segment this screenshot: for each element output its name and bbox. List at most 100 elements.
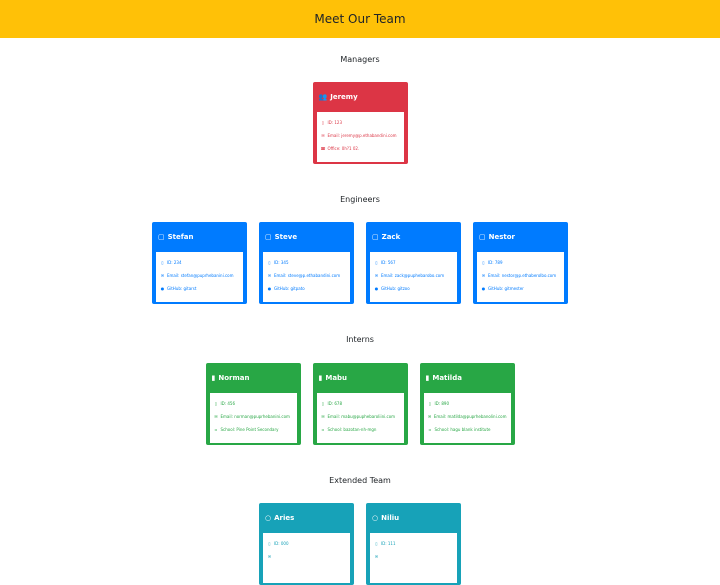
card-body: ▯ ID: 123 ✉ Email: jeremy@p.ethabandini.co… — [316, 112, 404, 162]
id-badge-icon: ▯ — [161, 260, 164, 265]
card-school-text: School: hagu blank institute — [434, 427, 491, 432]
interns-row: ▮ Norman ▯ ID: 456 ✉ Email: norman@puprheb… — [0, 363, 720, 445]
user-icon: ○ — [372, 513, 379, 522]
card-header: ▢ Steve — [263, 226, 350, 248]
card-github[interactable]: ● GitHub: gitarst — [160, 282, 239, 295]
email-link[interactable]: Email: norman@puprhebanini.com — [221, 410, 290, 423]
github-link[interactable]: GitHub: gitpato — [274, 282, 305, 295]
github-link[interactable]: GitHub: gitmester — [488, 282, 524, 295]
engineer-card[interactable]: ▢ Zack ▯ ID: 567 ✉ Email: zack@puphebarobo… — [366, 222, 461, 304]
managers-section: Managers — [0, 54, 720, 66]
card-school: ▫ School: Pine Point Secondary — [214, 423, 293, 436]
card-email[interactable]: ✉ — [267, 550, 346, 563]
card-header: ○ Aries — [263, 507, 350, 529]
envelope-icon: ✉ — [374, 554, 379, 559]
intern-card[interactable]: ▮ Norman ▯ ID: 456 ✉ Email: norman@puprheb… — [205, 363, 301, 445]
extended-section: Extended Team — [0, 475, 720, 487]
card-school-text: School: Pine Point Secondary — [220, 427, 279, 432]
card-body: ▯ ID: 789 ✉ Email: nestor@p.ethaberolbo.co… — [477, 252, 564, 302]
card-github[interactable]: ● GitHub: gitmester — [481, 282, 560, 295]
card-header: ▢ Zack — [370, 226, 457, 248]
card-school: ▫ School: hagu blank institute — [428, 423, 507, 436]
intern-card[interactable]: ▮ Mabu ▯ ID: 678 ✉ Email: mabu@puphebaroli… — [312, 363, 408, 445]
card-email[interactable]: ✉ Email: nestor@p.ethaberolbo.com — [481, 269, 560, 282]
github-icon: ● — [374, 286, 379, 291]
envelope-icon: ✉ — [214, 414, 218, 419]
envelope-icon: ✉ — [374, 273, 379, 278]
github-link[interactable]: GitHub: gitarst — [167, 282, 196, 295]
email-link[interactable]: Email: jeremy@p.ethabandini.com — [328, 129, 397, 142]
card-email[interactable]: ✉ Email: zack@puphebarobo.com — [374, 269, 453, 282]
card-id: ▯ ID: 456 — [214, 397, 293, 410]
card-email[interactable]: ✉ Email: norman@puprhebanini.com — [214, 410, 293, 423]
engineer-card[interactable]: ▢ Steve ▯ ID: 345 ✉ Email: steve@p.ethaban… — [259, 222, 354, 304]
engineers-section: Engineers — [0, 194, 720, 206]
card-name: Zack — [381, 233, 401, 241]
card-name: Niliu — [381, 514, 400, 522]
engineer-card[interactable]: ▢ Nestor ▯ ID: 789 ✉ Email: nestor@p.ethab… — [473, 222, 568, 304]
card-github[interactable]: ● GitHub: gitzoo — [374, 282, 453, 295]
card-name: Norman — [218, 374, 250, 382]
extended-card[interactable]: ○ Niliu ▯ ID: 111 ✉ — [366, 503, 461, 585]
email-link[interactable]: Email: zack@puphebarobo.com — [381, 269, 444, 282]
bookmark-icon: ▮ — [425, 373, 430, 382]
id-badge-icon: ▯ — [268, 260, 271, 265]
card-email[interactable]: ✉ Email: stefan@puprhebanini.com — [160, 269, 239, 282]
id-badge-icon: ▯ — [428, 401, 432, 406]
card-id-text: ID: 123 — [327, 120, 343, 125]
card-name: Stefan — [167, 233, 194, 241]
extended-card[interactable]: ○ Aries ▯ ID: 000 ✉ — [259, 503, 354, 585]
card-name: Matilda — [432, 374, 462, 382]
school-icon: ▫ — [321, 427, 325, 432]
card-body: ▯ ID: 111 ✉ — [370, 533, 457, 583]
card-id: ▯ ID: 678 — [321, 397, 400, 410]
card-id-text: ID: 111 — [381, 541, 396, 546]
card-email[interactable]: ✉ — [374, 550, 453, 563]
user-icon: ○ — [265, 513, 272, 522]
card-body: ▯ ID: 890 ✉ Email: matilda@puprhebanolini.… — [423, 393, 511, 443]
engineers-row: ▢ Stefan ▯ ID: 234 ✉ Email: stefan@puprheb… — [0, 222, 720, 304]
card-email[interactable]: ✉ Email: mabu@puphebaroliini.com — [321, 410, 400, 423]
manager-card[interactable]: 👥 Jeremy ▯ ID: 123 ✉ Email: jeremy@p.ethab… — [312, 82, 408, 164]
card-id-text: ID: 678 — [327, 401, 343, 406]
card-body: ▯ ID: 234 ✉ Email: stefan@puprhebanini.com… — [156, 252, 243, 302]
extended-row: ○ Aries ▯ ID: 000 ✉ ○ Niliu ▯ ID: 111 ✉ — [0, 503, 720, 585]
card-email[interactable]: ✉ Email: steve@p.ethabandini.com — [267, 269, 346, 282]
card-office-text: Office: 0h?1 02. — [327, 146, 360, 151]
card-school-text: School: bazotan-nh-mgn — [327, 427, 377, 432]
card-email[interactable]: ✉ Email: matilda@puprhebanolini.com — [428, 410, 507, 423]
card-github[interactable]: ● GitHub: gitpato — [267, 282, 346, 295]
card-header: ▢ Stefan — [156, 226, 243, 248]
email-link[interactable]: Email: nestor@p.ethaberolbo.com — [488, 269, 556, 282]
id-badge-icon: ▯ — [375, 260, 378, 265]
card-school: ▫ School: bazotan-nh-mgn — [321, 423, 400, 436]
managers-row: 👥 Jeremy ▯ ID: 123 ✉ Email: jeremy@p.ethab… — [0, 82, 720, 164]
id-badge-icon: ▯ — [214, 401, 218, 406]
intern-card[interactable]: ▮ Matilda ▯ ID: 890 ✉ Email: matilda@puprh… — [419, 363, 515, 445]
section-title-extended: Extended Team — [329, 476, 391, 485]
page-title: Meet Our Team — [314, 12, 406, 26]
card-id: ▯ ID: 111 — [374, 537, 453, 550]
card-id: ▯ ID: 345 — [267, 256, 346, 269]
email-link[interactable]: Email: stefan@puprhebanini.com — [167, 269, 234, 282]
envelope-icon: ✉ — [321, 414, 325, 419]
section-title-interns: Interns — [346, 335, 374, 344]
card-body: ▯ ID: 345 ✉ Email: steve@p.ethabandini.com… — [263, 252, 350, 302]
card-body: ▯ ID: 678 ✉ Email: mabu@puphebaroliini.com… — [316, 393, 404, 443]
file-code-icon: ▢ — [479, 232, 486, 241]
card-header: ▮ Matilda — [424, 367, 511, 389]
card-id: ▯ ID: 890 — [428, 397, 507, 410]
email-link[interactable]: Email: mabu@puphebaroliini.com — [328, 410, 396, 423]
card-header: ○ Niliu — [370, 507, 457, 529]
github-link[interactable]: GitHub: gitzoo — [381, 282, 410, 295]
card-id: ▯ ID: 000 — [267, 537, 346, 550]
email-link[interactable]: Email: steve@p.ethabandini.com — [274, 269, 340, 282]
engineer-card[interactable]: ▢ Stefan ▯ ID: 234 ✉ Email: stefan@puprheb… — [152, 222, 247, 304]
card-id-text: ID: 456 — [220, 401, 236, 406]
card-name: Mabu — [325, 374, 348, 382]
envelope-icon: ✉ — [267, 273, 272, 278]
id-badge-icon: ▯ — [321, 120, 325, 125]
card-name: Aries — [274, 514, 295, 522]
card-email[interactable]: ✉ Email: jeremy@p.ethabandini.com — [321, 129, 400, 142]
email-link[interactable]: Email: matilda@puprhebanolini.com — [434, 410, 507, 423]
